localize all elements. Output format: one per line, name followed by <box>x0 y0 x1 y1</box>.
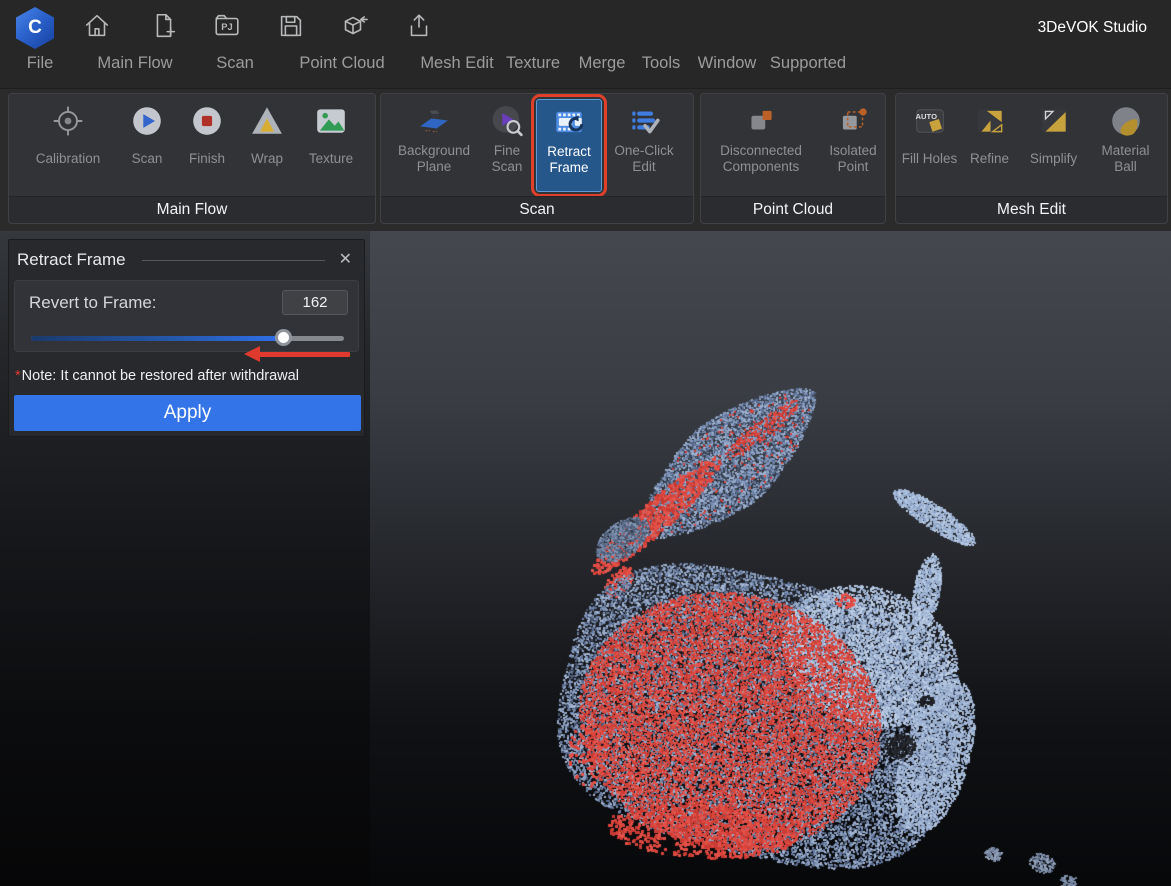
export-icon[interactable] <box>404 11 434 41</box>
ribbon-button-label: Disconnected Components <box>702 141 820 177</box>
ribbon-button-label: Wrap <box>251 141 283 177</box>
fine-scan-icon <box>490 104 524 138</box>
required-asterisk: * <box>15 368 21 384</box>
logo-letter: C <box>28 17 42 39</box>
disconnected-components-icon <box>744 104 778 138</box>
ribbon-button-material-ball[interactable]: Material Ball <box>1089 99 1163 177</box>
ribbon-group-caption: Main Flow <box>9 196 375 223</box>
menu-item-window[interactable]: Window <box>698 54 757 73</box>
menu-item-texture[interactable]: Texture <box>506 54 560 73</box>
fill-holes-icon: AUTO <box>913 104 947 138</box>
menu-item-supported[interactable]: Supported <box>770 54 846 73</box>
note-text: Note: It cannot be restored after withdr… <box>22 368 299 384</box>
slider-fill <box>31 336 278 341</box>
menu-bar: C PJ File Main Flow Scan Point Cloud Mes… <box>0 0 1171 88</box>
ribbon-button-label: Scan <box>132 141 163 177</box>
project-file-icon[interactable]: PJ <box>212 11 242 41</box>
ribbon-button-label: Texture <box>309 141 353 177</box>
menu-item-tools[interactable]: Tools <box>642 54 681 73</box>
revert-to-frame-label: Revert to Frame: <box>29 293 157 313</box>
material-ball-icon <box>1109 104 1143 138</box>
ribbon-button-label: One-Click Edit <box>604 141 684 177</box>
new-project-icon[interactable] <box>149 11 179 41</box>
scan-play-icon <box>130 104 164 138</box>
ribbon-button-label: Fine Scan <box>480 141 534 177</box>
calibration-icon <box>51 104 85 138</box>
ribbon-button-disconnected-components[interactable]: Disconnected Components <box>702 99 820 177</box>
ribbon-group-caption: Mesh Edit <box>896 196 1167 223</box>
retract-frame-icon <box>552 105 586 139</box>
close-icon[interactable]: ✕ <box>339 252 352 268</box>
ribbon-button-one-click-edit[interactable]: One-Click Edit <box>604 99 684 177</box>
main-content: Retract Frame ✕ Revert to Frame: 162 <box>0 231 1171 886</box>
panel-title: Retract Frame <box>17 250 126 270</box>
app-logo-icon[interactable]: C <box>16 7 54 49</box>
apply-button[interactable]: Apply <box>14 395 361 431</box>
ribbon-button-finish[interactable]: Finish <box>178 99 236 177</box>
ribbon-button-label: Simplify <box>1030 141 1077 177</box>
ribbon-button-texture[interactable]: Texture <box>298 99 364 177</box>
ribbon-button-scan[interactable]: Scan <box>118 99 176 177</box>
ribbon-group-main-flow: Calibration Scan Finish <box>8 93 376 224</box>
menu-item-merge[interactable]: Merge <box>579 54 626 73</box>
frame-value-field[interactable]: 162 <box>282 290 348 315</box>
ribbon-button-label: Calibration <box>36 141 101 177</box>
menu-item-mesh-edit[interactable]: Mesh Edit <box>420 54 493 73</box>
ribbon-button-label: Isolated Point <box>822 141 884 177</box>
ribbon-button-fine-scan[interactable]: Fine Scan <box>480 99 534 177</box>
menu-item-scan[interactable]: Scan <box>216 54 254 73</box>
app-window: C PJ File Main Flow Scan Point Cloud Mes… <box>0 0 1171 886</box>
ribbon-button-label: Retract Frame <box>537 142 601 178</box>
ribbon-button-calibration[interactable]: Calibration <box>20 99 116 177</box>
ribbon-button-background-plane[interactable]: Background Plane <box>390 99 478 177</box>
viewport-3d[interactable] <box>370 231 1171 886</box>
svg-text:PJ: PJ <box>221 22 232 32</box>
save-icon[interactable] <box>276 11 306 41</box>
background-plane-icon <box>417 104 451 138</box>
ribbon-button-refine[interactable]: Refine <box>961 99 1019 177</box>
warning-note: *Note: It cannot be restored after withd… <box>15 368 358 384</box>
import-model-icon[interactable] <box>338 11 368 41</box>
menu-item-main-flow[interactable]: Main Flow <box>97 54 172 73</box>
menu-item-point-cloud[interactable]: Point Cloud <box>299 54 384 73</box>
ribbon-button-label: Refine <box>970 141 1009 177</box>
ribbon-toolbar: Calibration Scan Finish <box>0 88 1171 231</box>
ribbon-button-fill-holes[interactable]: AUTO Fill Holes <box>901 99 959 177</box>
revert-frame-box: Revert to Frame: 162 <box>14 280 359 352</box>
ribbon-group-scan: Background Plane Fine Scan <box>380 93 694 224</box>
ribbon-button-isolated-point[interactable]: Isolated Point <box>822 99 884 177</box>
finish-stop-icon <box>190 104 224 138</box>
menu-item-file[interactable]: File <box>27 54 54 73</box>
retract-frame-panel: Retract Frame ✕ Revert to Frame: 162 <box>8 239 365 437</box>
refine-icon <box>973 104 1007 138</box>
panel-header: Retract Frame ✕ <box>9 240 364 276</box>
ribbon-button-label: Material Ball <box>1089 141 1163 177</box>
ribbon-group-point-cloud: Disconnected Components Isolated Point P… <box>700 93 886 224</box>
app-title: 3DeVOK Studio <box>1038 19 1147 37</box>
slider-track[interactable] <box>31 336 344 341</box>
texture-image-icon <box>314 104 348 138</box>
ribbon-group-caption: Scan <box>381 196 693 223</box>
frame-slider[interactable] <box>29 329 348 347</box>
ribbon-button-label: Fill Holes <box>902 141 958 177</box>
ribbon-group-mesh-edit: AUTO Fill Holes Refine <box>895 93 1168 224</box>
ribbon-button-wrap[interactable]: Wrap <box>238 99 296 177</box>
slider-thumb[interactable] <box>275 329 292 346</box>
arrow-shaft <box>259 352 350 357</box>
title-divider <box>142 260 325 261</box>
one-click-edit-icon <box>627 104 661 138</box>
ribbon-button-label: Background Plane <box>390 141 478 177</box>
ribbon-button-label: Finish <box>189 141 225 177</box>
wrap-triangle-icon <box>250 104 284 138</box>
svg-text:AUTO: AUTO <box>915 112 937 121</box>
home-icon[interactable] <box>82 11 112 41</box>
ribbon-button-simplify[interactable]: Simplify <box>1021 99 1087 177</box>
left-dock: Retract Frame ✕ Revert to Frame: 162 <box>0 231 370 886</box>
ribbon-group-caption: Point Cloud <box>701 196 885 223</box>
simplify-icon <box>1037 104 1071 138</box>
isolated-point-icon <box>836 104 870 138</box>
ribbon-button-retract-frame[interactable]: Retract Frame <box>536 99 602 192</box>
